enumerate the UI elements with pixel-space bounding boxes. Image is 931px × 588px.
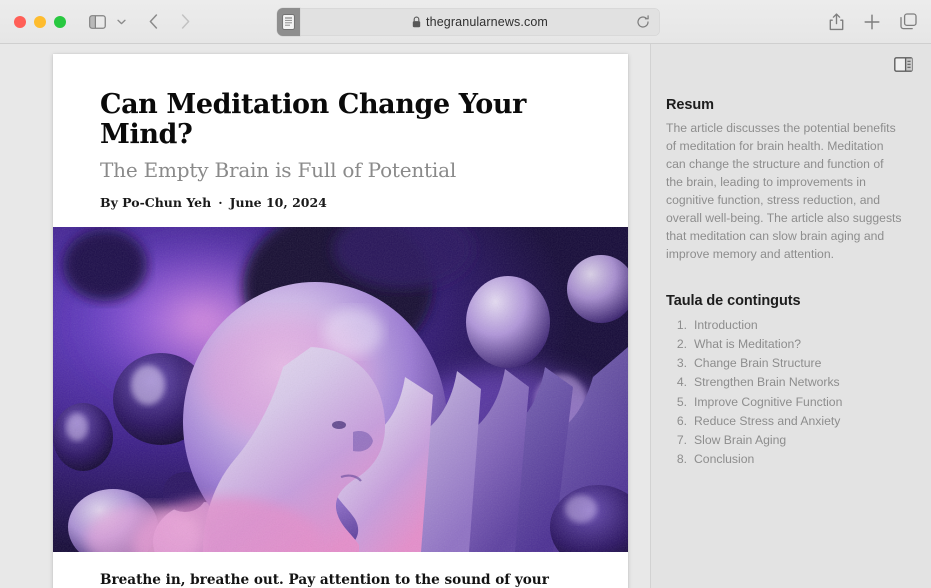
toc-label: Reduce Stress and Anxiety [694,413,841,428]
list-item[interactable]: 8. Conclusion [666,450,903,469]
byline-date: June 10, 2024 [229,195,327,211]
toc-label: What is Meditation? [694,336,802,351]
toc-label: Slow Brain Aging [694,433,787,448]
list-item[interactable]: 4. Strengthen Brain Networks [666,373,903,392]
toc-label: Introduction [694,317,758,332]
list-item[interactable]: 5. Improve Cognitive Function [666,393,903,412]
toc-number: 3. [676,356,687,371]
reader-pane: Can Meditation Change Your Mind? The Emp… [0,44,650,588]
list-item[interactable]: 2. What is Meditation? [666,335,903,354]
toc-list: 1. Introduction 2. What is Meditation? 3… [666,316,903,470]
article-header: Can Meditation Change Your Mind? The Emp… [53,54,628,210]
toc-number: 6. [676,413,687,428]
reader-document-icon[interactable] [277,8,300,36]
article-body: Breathe in, breathe out. Pay attention t… [53,552,628,588]
byline-author: By Po-Chun Yeh [100,195,212,211]
toc-label: Strengthen Brain Networks [694,375,840,390]
article-subtitle: The Empty Brain is Full of Potential [100,158,457,183]
chevron-down-icon[interactable] [112,9,130,35]
browser-window: thegranularnews.com Can Meditation Chang… [0,0,931,588]
toc-label: Improve Cognitive Function [694,394,843,409]
byline-separator: · [218,195,223,211]
summary-sidebar: Resum The article discusses the potentia… [650,44,931,588]
url-field[interactable]: thegranularnews.com [300,8,660,36]
window-controls [14,15,66,28]
article-page: Can Meditation Change Your Mind? The Emp… [53,54,628,588]
list-item[interactable]: 3. Change Brain Structure [666,354,903,373]
tabs-icon[interactable] [897,10,919,34]
share-icon[interactable] [825,10,847,34]
article-byline: By Po-Chun Yeh · June 10, 2024 [100,195,581,210]
sidebar-panel-icon[interactable] [892,53,914,75]
summary-text: The article discusses the potential bene… [666,121,902,261]
list-item[interactable]: 1. Introduction [666,316,903,335]
list-item[interactable]: 6. Reduce Stress and Anxiety [666,412,903,431]
sidebar-content: Resum The article discusses the potentia… [651,97,931,470]
page-title: Can Meditation Change Your Mind? [100,89,526,151]
article-paragraph: Breathe in, breathe out. Pay attention t… [100,572,549,588]
close-window-button[interactable] [14,15,26,28]
reload-icon[interactable] [635,14,651,30]
toc-number: 4. [676,375,687,390]
toc-number: 2. [676,336,687,351]
browser-toolbar: thegranularnews.com [0,0,931,44]
forward-arrow-icon[interactable] [172,9,198,35]
url-text: thegranularnews.com [426,15,548,29]
toc-number: 1. [676,317,687,332]
toc-number: 7. [676,433,687,448]
toolbar-right-actions [825,10,919,34]
toc-heading: Taula de continguts [666,292,801,309]
summary-heading: Resum [666,97,714,113]
toc-number: 5. [676,394,687,409]
back-arrow-icon[interactable] [140,9,166,35]
article-hero-image [53,227,628,553]
list-item[interactable]: 7. Slow Brain Aging [666,431,903,450]
sidebar-toolbar [651,44,931,84]
url-display: thegranularnews.com [412,15,548,29]
address-bar[interactable]: thegranularnews.com [277,8,660,36]
toc-label: Conclusion [694,452,755,467]
lock-icon [412,16,421,28]
zoom-window-button[interactable] [54,15,66,28]
toc-number: 8. [676,452,687,467]
content-area: Can Meditation Change Your Mind? The Emp… [0,44,931,588]
sidebar-icon[interactable] [84,9,110,35]
plus-icon[interactable] [861,10,883,34]
minimize-window-button[interactable] [34,15,46,28]
toc-label: Change Brain Structure [694,356,822,371]
